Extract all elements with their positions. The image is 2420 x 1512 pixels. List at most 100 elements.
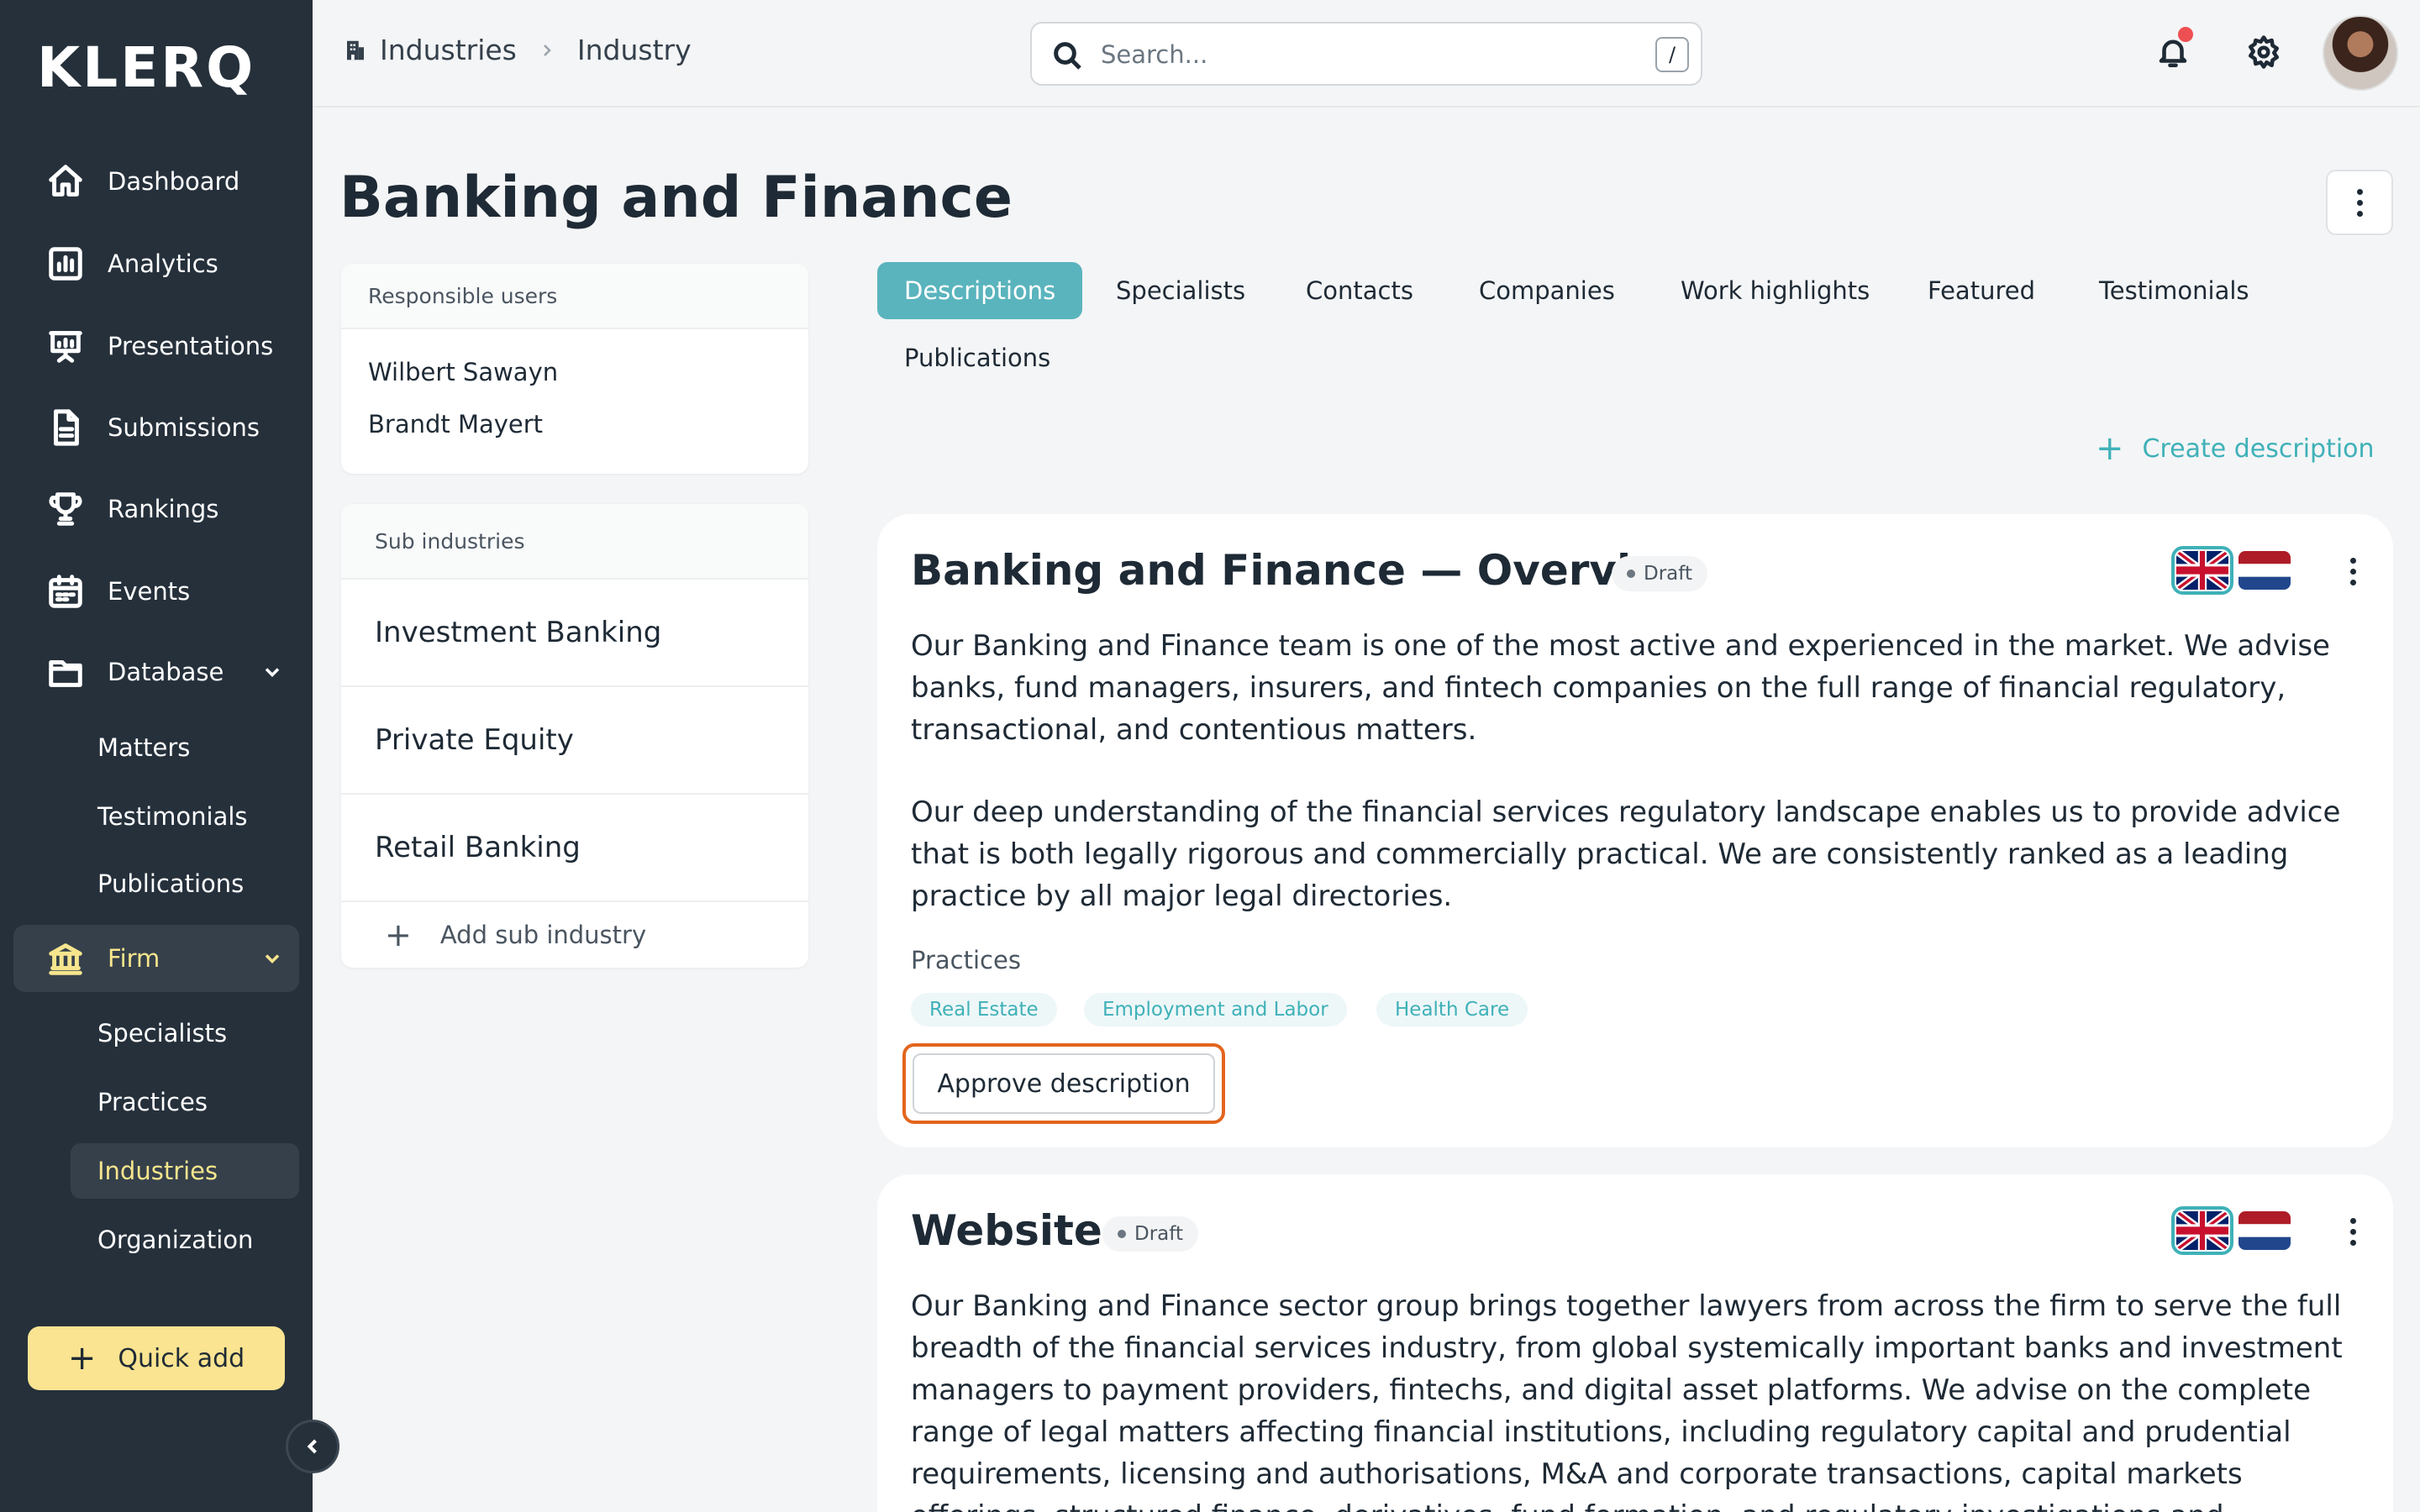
description-paragraph: Our deep understanding of the financial … [911, 795, 2341, 913]
card-more-button[interactable] [2336, 1206, 2370, 1257]
approve-description-focus-ring: Approve description [902, 1043, 1225, 1124]
flag-uk-icon[interactable] [2171, 1206, 2233, 1255]
status-dot [1627, 570, 1635, 578]
analytics-icon [45, 244, 86, 284]
tab-work-highlights[interactable]: Work highlights [1654, 262, 1897, 319]
chevron-left-icon [307, 1439, 317, 1454]
sidebar-item-rankings[interactable]: Rankings [13, 475, 299, 543]
presentation-icon [45, 326, 86, 366]
create-description-button[interactable]: + Create description [2096, 432, 2375, 465]
flag-nl-icon[interactable] [2238, 551, 2291, 590]
practice-chip[interactable]: Employment and Labor [1084, 993, 1347, 1026]
sidebar-item-label: Dashboard [108, 167, 240, 196]
status-badge: Draft [1612, 556, 1707, 591]
responsible-user[interactable]: Wilbert Sawayn [368, 358, 558, 386]
status-label: Draft [1644, 563, 1692, 585]
search-icon [1050, 39, 1084, 72]
sidebar-subitem-industries[interactable]: Industries [71, 1143, 299, 1199]
search-shortcut: / [1655, 37, 1689, 72]
sidebar-item-analytics[interactable]: Analytics [13, 230, 299, 297]
sidebar-item-label: Submissions [108, 413, 260, 442]
add-sub-industry-label: Add sub industry [439, 921, 647, 949]
description-paragraph: Our Banking and Finance team is one of t… [911, 629, 2330, 747]
app-logo[interactable]: KLERQ [37, 35, 255, 100]
card-more-button[interactable] [2336, 546, 2370, 596]
sidebar-item-presentations[interactable]: Presentations [13, 312, 299, 380]
approve-description-button[interactable]: Approve description [913, 1053, 1215, 1114]
search-box[interactable]: / [1030, 22, 1702, 86]
add-sub-industry-button[interactable]: + Add sub industry [341, 902, 808, 968]
more-vertical-icon [2349, 1217, 2356, 1246]
description-title: Website [911, 1206, 1102, 1255]
more-vertical-icon [2356, 188, 2363, 217]
sub-industries-header: Sub industries [341, 504, 808, 580]
sub-industry-item[interactable]: Private Equity [341, 687, 808, 795]
folder-icon [45, 652, 86, 692]
calendar-icon [45, 571, 86, 612]
sidebar-item-label: Events [108, 577, 191, 606]
breadcrumb-current: Industry [576, 34, 692, 66]
practice-chip[interactable]: Health Care [1376, 993, 1528, 1026]
search-input[interactable] [1101, 37, 1605, 72]
bank-icon [45, 938, 86, 979]
sidebar-subitem-matters[interactable]: Matters [71, 720, 299, 775]
status-dot [1118, 1230, 1126, 1238]
chevron-down-icon[interactable] [260, 947, 284, 970]
tab-publications[interactable]: Publications [877, 329, 1077, 386]
practice-chip[interactable]: Real Estate [911, 993, 1057, 1026]
document-icon [45, 407, 86, 448]
flag-nl-icon[interactable] [2238, 1211, 2291, 1250]
app-root: KLERQ Dashboard Analytics Presentations … [0, 0, 2420, 1512]
breadcrumb-parent[interactable]: Industries [380, 34, 517, 66]
sidebar-subitem-publications[interactable]: Publications [71, 856, 299, 911]
sidebar-item-database[interactable]: Database [13, 638, 299, 706]
quick-add-button[interactable]: + Quick add [28, 1326, 285, 1390]
sidebar-subitem-practices[interactable]: Practices [71, 1074, 299, 1130]
sidebar: KLERQ Dashboard Analytics Presentations … [0, 0, 313, 1512]
quick-add-label: Quick add [118, 1343, 245, 1373]
tab-testimonials[interactable]: Testimonials [2072, 262, 2276, 319]
sidebar-item-label: Database [108, 658, 224, 686]
tab-specialists[interactable]: Specialists [1089, 262, 1272, 319]
sidebar-item-label: Presentations [108, 332, 274, 360]
sidebar-item-label: Analytics [108, 249, 218, 278]
chevron-down-icon[interactable] [260, 660, 284, 684]
create-description-label: Create description [2142, 433, 2375, 464]
sidebar-item-submissions[interactable]: Submissions [13, 394, 299, 461]
sidebar-item-firm[interactable]: Firm [13, 925, 299, 992]
tab-descriptions[interactable]: Descriptions [877, 262, 1083, 319]
responsible-users-panel: Responsible users Wilbert Sawayn Brandt … [341, 264, 808, 474]
notification-dot [2178, 27, 2193, 42]
tab-featured[interactable]: Featured [1901, 262, 2062, 319]
plus-icon: + [67, 1339, 97, 1378]
chevron-right-icon [543, 44, 551, 56]
page-more-button[interactable] [2326, 170, 2393, 235]
tab-contacts[interactable]: Contacts [1279, 262, 1440, 319]
sidebar-subitem-organization[interactable]: Organization [71, 1212, 299, 1268]
responsible-users-header: Responsible users [341, 264, 808, 329]
sub-industries-panel: Sub industries Investment Banking Privat… [341, 504, 808, 968]
gear-icon [2248, 35, 2280, 69]
responsible-user[interactable]: Brandt Mayert [368, 410, 543, 438]
status-label: Draft [1134, 1223, 1183, 1245]
more-vertical-icon [2349, 557, 2356, 585]
trophy-icon [45, 489, 86, 529]
sidebar-item-label: Firm [108, 944, 160, 973]
plus-icon: + [385, 916, 412, 953]
sidebar-subitem-testimonials[interactable]: Testimonials [71, 789, 299, 844]
sub-industry-item[interactable]: Investment Banking [341, 580, 808, 687]
sidebar-item-events[interactable]: Events [13, 558, 299, 625]
sidebar-subitem-specialists[interactable]: Specialists [71, 1005, 299, 1061]
user-avatar[interactable] [2323, 15, 2398, 91]
collapse-sidebar-button[interactable] [286, 1420, 339, 1473]
flag-uk-icon[interactable] [2171, 546, 2233, 595]
notifications-button[interactable] [2153, 27, 2193, 72]
sub-industry-item[interactable]: Retail Banking [341, 795, 808, 902]
building-icon [347, 40, 364, 60]
settings-button[interactable] [2244, 32, 2284, 72]
tab-companies[interactable]: Companies [1452, 262, 1642, 319]
description-card: Website Draft Our Banking and Finance se… [877, 1174, 2393, 1512]
sidebar-item-dashboard[interactable]: Dashboard [13, 148, 299, 215]
plus-icon: + [2096, 429, 2124, 468]
breadcrumb: Industries Industry [343, 34, 692, 66]
